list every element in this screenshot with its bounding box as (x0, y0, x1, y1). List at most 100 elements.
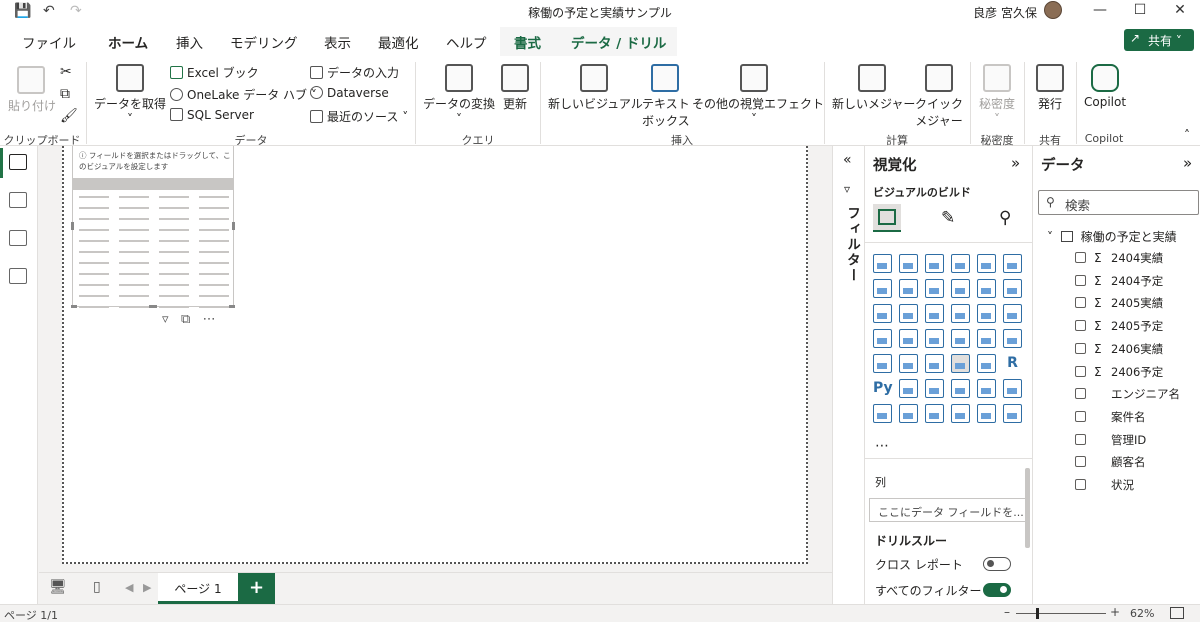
sensitivity-button[interactable]: 秘密度 ˅ (976, 64, 1018, 126)
visual-type-line-stacked-column-icon[interactable] (977, 279, 996, 298)
more-visuals-button[interactable]: その他の視覚エフェクト ˅ (692, 64, 824, 126)
tab-home[interactable]: ホーム (108, 32, 149, 59)
visual-type-decomposition-tree-icon[interactable] (925, 379, 944, 398)
resize-handle-bottom-right[interactable] (229, 305, 235, 308)
field-checkbox[interactable] (1075, 297, 1086, 309)
field-checkbox[interactable] (1075, 252, 1086, 263)
field-item[interactable]: 顧客名 (1075, 454, 1146, 472)
field-item[interactable]: エンジニア名 (1075, 386, 1180, 404)
visual-type-scatter-icon[interactable] (951, 304, 970, 323)
visual-type-treemap-icon[interactable] (873, 329, 892, 348)
visual-type-slicer-icon[interactable] (925, 354, 944, 373)
visual-type-map-icon[interactable] (899, 329, 918, 348)
visual-type-pie-icon[interactable] (977, 304, 996, 323)
copilot-button[interactable]: Copilot (1084, 64, 1126, 109)
field-checkbox[interactable] (1075, 274, 1086, 286)
filter-pane[interactable]: « ▿ フィルター (832, 146, 864, 604)
visual-type-matrix-icon[interactable] (977, 354, 996, 373)
data-search-input[interactable]: ⚲ 検索 (1038, 190, 1199, 215)
tab-file[interactable]: ファイル (22, 32, 76, 52)
visual-type-stacked-area-icon[interactable] (925, 279, 944, 298)
collapse-ribbon-icon[interactable]: ˄ (1184, 128, 1190, 142)
visual-type-arcgis-icon[interactable] (951, 404, 970, 423)
maximize-icon[interactable]: ☐ (1130, 2, 1150, 18)
visual-type-smart-narrative-icon[interactable] (977, 379, 996, 398)
field-checkbox[interactable] (1075, 388, 1086, 400)
field-checkbox[interactable] (1075, 433, 1086, 445)
field-checkbox[interactable] (1075, 342, 1086, 354)
new-visual-button[interactable]: 新しいビジュアル (548, 64, 643, 112)
field-item[interactable]: Σ 2404予定 (1075, 273, 1163, 291)
share-button[interactable]: ↗ 共有 ˅ (1124, 29, 1194, 51)
zoom-out-icon[interactable]: – (1004, 605, 1010, 619)
report-view-icon[interactable] (9, 154, 27, 170)
more-options-icon[interactable]: ⋯ (203, 312, 216, 327)
field-checkbox[interactable] (1075, 456, 1086, 468)
resize-handle-left[interactable] (71, 222, 74, 230)
field-checkbox[interactable] (1075, 410, 1086, 422)
visual-type-donut-icon[interactable] (1003, 304, 1022, 323)
resize-handle-right[interactable] (232, 222, 235, 230)
table-view-icon[interactable] (9, 192, 27, 208)
visual-type-kpi-icon[interactable] (899, 354, 918, 373)
tab-modeling[interactable]: モデリング (230, 32, 298, 52)
zoom-slider-thumb[interactable] (1036, 608, 1039, 619)
resize-handle-bottom[interactable] (149, 305, 157, 308)
close-icon[interactable]: ✕ (1170, 2, 1190, 18)
visual-type-clustered-column-icon[interactable] (951, 254, 970, 273)
visual-type-python-visual-icon[interactable]: Py (873, 379, 893, 398)
visual-type-stacked-bar-icon[interactable] (873, 254, 892, 273)
field-checkbox[interactable] (1075, 479, 1086, 490)
prev-page-icon[interactable]: ◀ (125, 581, 133, 594)
filter-icon[interactable]: ▿ (162, 312, 169, 327)
page-tab-1[interactable]: ページ 1 (158, 573, 238, 604)
field-checkbox[interactable] (1075, 365, 1086, 377)
collapse-visualizations-icon[interactable]: » (1011, 154, 1020, 172)
visual-type-power-automate-icon[interactable] (925, 404, 944, 423)
model-view-icon[interactable] (9, 230, 27, 246)
dataverse-button[interactable]: Dataverse (310, 86, 389, 100)
avatar[interactable] (1044, 1, 1062, 19)
dax-query-view-icon[interactable] (9, 268, 27, 284)
cut-icon[interactable]: ✂ (60, 64, 72, 80)
visual-type-more-1-icon[interactable] (977, 404, 996, 423)
table-visual[interactable]: ⓘ フィールドを選択またはドラッグして、このビジュアルを設定します (71, 146, 235, 308)
visual-type-100-stacked-column-icon[interactable] (1003, 254, 1022, 273)
visual-type-paginated-report-icon[interactable] (873, 404, 892, 423)
zoom-in-icon[interactable]: + (1110, 605, 1120, 619)
format-painter-icon[interactable]: 🖌 (60, 108, 78, 124)
visual-type-clustered-bar-icon[interactable] (925, 254, 944, 273)
analytics-icon[interactable]: ⚲ (999, 208, 1011, 228)
visual-type-r-visual-icon[interactable]: R (1003, 354, 1022, 373)
focus-mode-icon[interactable]: ⧉ (181, 312, 190, 327)
visual-type-multi-row-card-icon[interactable] (873, 354, 892, 373)
field-item[interactable]: Σ 2406実績 (1075, 341, 1163, 359)
visual-type-azure-map-icon[interactable] (951, 329, 970, 348)
field-item[interactable]: Σ 2405予定 (1075, 318, 1163, 336)
table-node[interactable]: ˅ 稼働の予定と実績 (1047, 228, 1177, 245)
zoom-slider-track[interactable] (1016, 613, 1106, 614)
recent-sources-button[interactable]: 最近のソース ˅ (310, 108, 408, 125)
minimize-icon[interactable]: — (1090, 2, 1110, 18)
onelake-data-hub-button[interactable]: OneLake データ ハブ ˅ (170, 86, 317, 103)
visual-type-line-icon[interactable] (873, 279, 892, 298)
next-page-icon[interactable]: ▶ (143, 581, 151, 594)
field-item[interactable]: 管理ID (1075, 432, 1146, 450)
tab-help[interactable]: ヘルプ (446, 32, 487, 52)
tab-data-drill[interactable]: データ / ドリル (571, 32, 666, 52)
get-data-button[interactable]: データを取得 ˅ (94, 64, 166, 126)
tab-insert[interactable]: 挿入 (176, 32, 203, 52)
new-measure-button[interactable]: 新しいメジャー (832, 64, 915, 112)
visual-type-100-stacked-bar-icon[interactable] (977, 254, 996, 273)
more-visuals-ellipsis[interactable]: ⋯ (875, 438, 889, 454)
copy-icon[interactable]: ⧉ (60, 86, 70, 102)
mobile-layout-icon[interactable]: ▯ (93, 579, 101, 595)
visual-type-metrics-icon[interactable] (1003, 379, 1022, 398)
tab-optimize[interactable]: 最適化 (378, 32, 419, 52)
expand-filters-icon[interactable]: « (843, 152, 852, 168)
visual-type-more-2-icon[interactable] (1003, 404, 1022, 423)
fit-to-page-icon[interactable] (1170, 607, 1184, 619)
visual-type-ribbon-icon[interactable] (873, 304, 892, 323)
visual-type-key-influencers-icon[interactable] (899, 379, 918, 398)
cross-report-toggle[interactable] (983, 557, 1011, 571)
